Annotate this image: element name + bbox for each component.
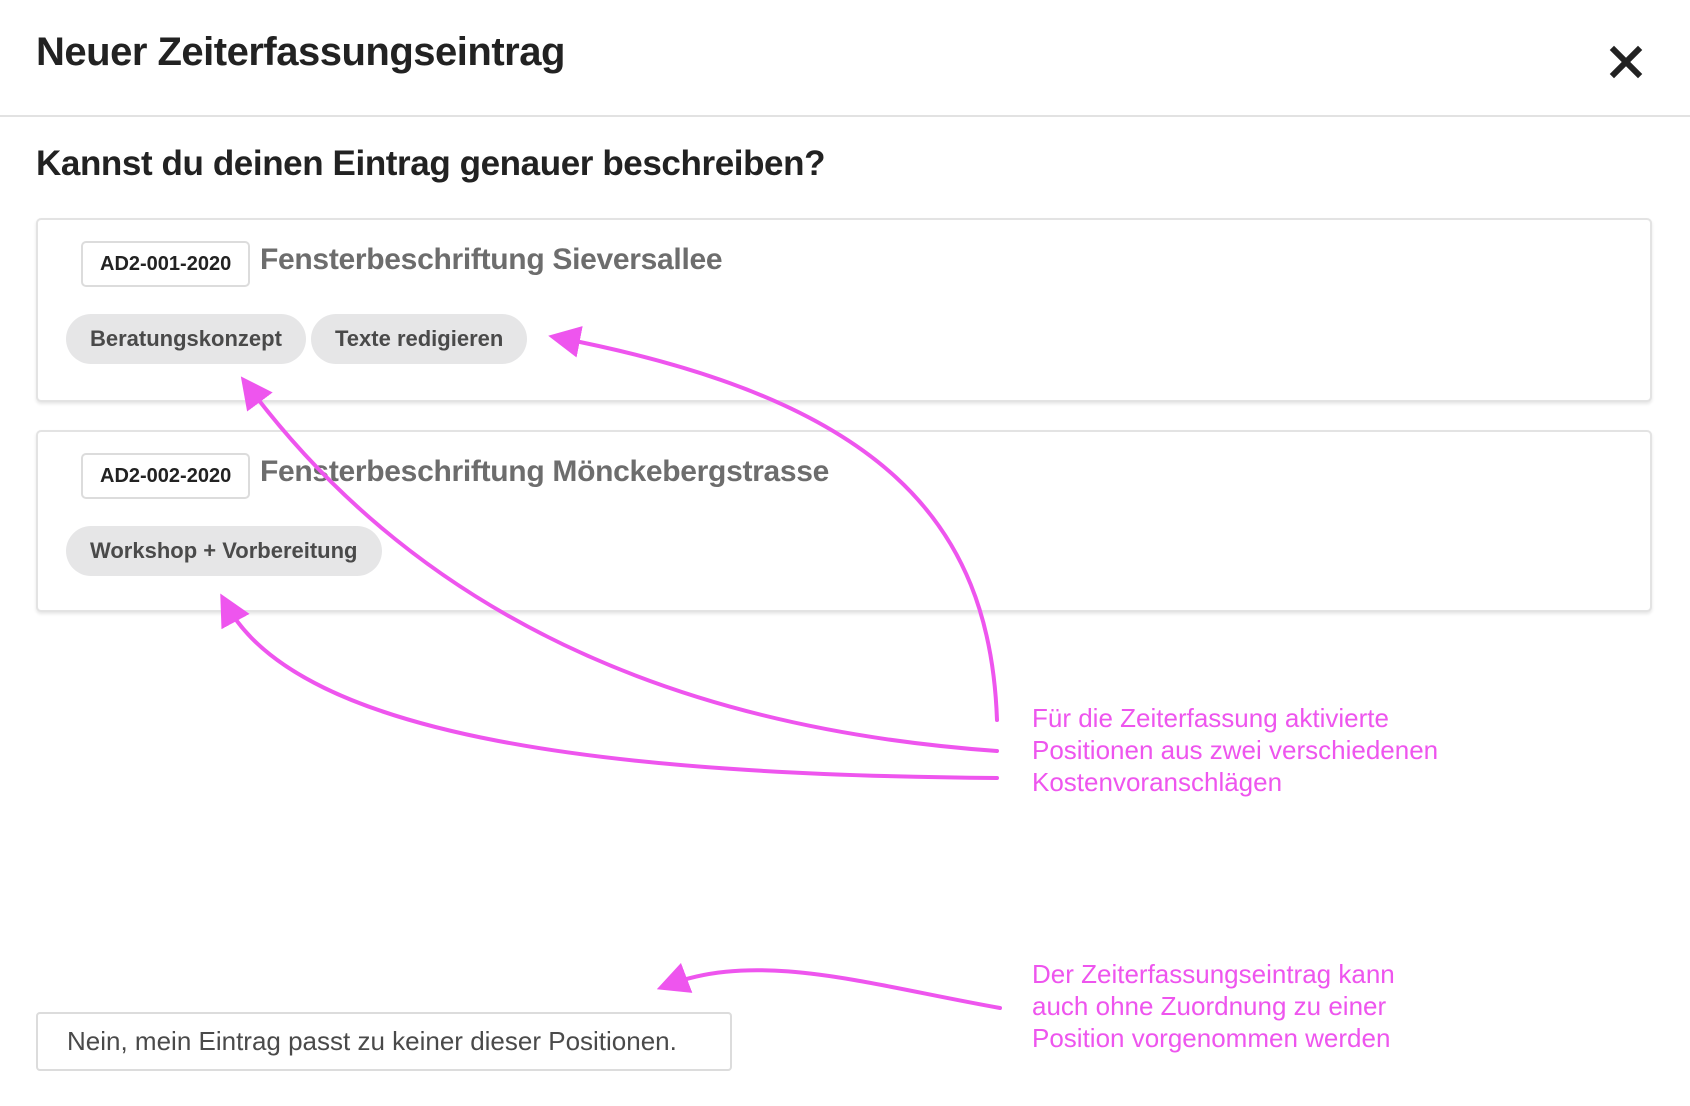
- estimate-card: AD2-002-2020 Fensterbeschriftung Mönckeb…: [36, 430, 1652, 612]
- modal-title: Neuer Zeiterfassungseintrag: [36, 30, 565, 74]
- position-chip-beratungskonzept[interactable]: Beratungskonzept: [66, 314, 306, 364]
- close-button[interactable]: [1604, 40, 1648, 84]
- estimate-code-badge: AD2-002-2020: [81, 453, 251, 499]
- no-matching-position-button[interactable]: Nein, mein Eintrag passt zu keiner diese…: [36, 1012, 732, 1071]
- modal-header: Neuer Zeiterfassungseintrag: [0, 0, 1690, 117]
- annotation-no-assignment-note: Der Zeiterfassungseintrag kann auch ohne…: [1032, 959, 1395, 1053]
- position-chip-workshop-vorbereitung[interactable]: Workshop + Vorbereitung: [66, 526, 382, 576]
- arrow-to-workshop: [220, 593, 999, 780]
- estimate-title: Fensterbeschriftung Sieversallee: [260, 243, 723, 276]
- arrow-to-no-position: [656, 962, 1002, 1010]
- modal: Neuer Zeiterfassungseintrag Kannst du de…: [0, 0, 1690, 1106]
- close-icon: [1609, 45, 1643, 79]
- question-heading: Kannst du deinen Eintrag genauer beschre…: [36, 144, 826, 183]
- annotation-positions-note: Für die Zeiterfassung aktivierte Positio…: [1032, 703, 1439, 797]
- position-chip-texte-redigieren[interactable]: Texte redigieren: [311, 314, 528, 364]
- estimate-title: Fensterbeschriftung Mönckebergstrasse: [260, 455, 830, 488]
- estimate-code-badge: AD2-001-2020: [81, 241, 251, 287]
- estimate-card: AD2-001-2020 Fensterbeschriftung Sievers…: [36, 218, 1652, 402]
